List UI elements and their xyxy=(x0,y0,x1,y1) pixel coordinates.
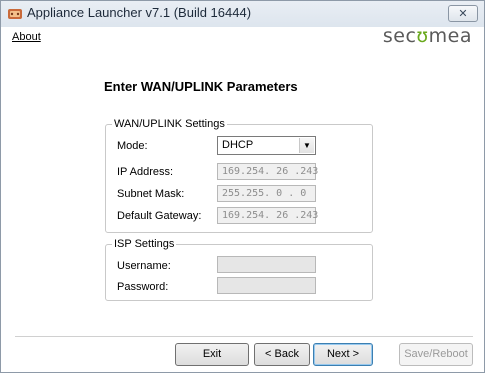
appliance-launcher-window: Appliance Launcher v7.1 (Build 16444) ✕ … xyxy=(0,0,485,373)
wan-settings-legend: WAN/UPLINK Settings xyxy=(114,118,225,130)
ip-address-field[interactable]: 169.254. 26 .243 xyxy=(217,163,318,180)
close-button[interactable]: ✕ xyxy=(448,5,478,22)
default-gateway-field[interactable]: 169.254. 26 .243 xyxy=(217,207,318,224)
footer-separator xyxy=(15,336,473,338)
logo-mid: ʊ xyxy=(416,25,429,47)
isp-settings-legend: ISP Settings xyxy=(114,238,175,250)
appliance-launcher-icon xyxy=(8,9,22,19)
next-button[interactable]: Next > xyxy=(313,343,373,366)
page-heading: Enter WAN/UPLINK Parameters xyxy=(104,79,298,94)
password-field[interactable] xyxy=(217,277,316,294)
about-menu-link[interactable]: About xyxy=(12,31,41,43)
default-gateway-label: Default Gateway: xyxy=(117,210,202,222)
logo-prefix: sec xyxy=(382,25,417,47)
save-reboot-button[interactable]: Save/Reboot xyxy=(399,343,473,366)
mode-select[interactable]: DHCP ▼ xyxy=(217,136,316,155)
mode-label: Mode: xyxy=(117,140,148,152)
secomea-logo: secʊmea xyxy=(383,25,472,47)
password-label: Password: xyxy=(117,281,169,293)
title-bar[interactable]: Appliance Launcher v7.1 (Build 16444) ✕ xyxy=(1,1,484,27)
subnet-mask-field[interactable]: 255.255. 0 . 0 xyxy=(217,185,316,202)
ip-address-label: IP Address: xyxy=(117,166,174,178)
username-label: Username: xyxy=(117,260,171,272)
logo-suffix: mea xyxy=(428,25,472,47)
mode-select-value: DHCP xyxy=(222,139,254,151)
close-icon: ✕ xyxy=(458,7,468,20)
exit-button[interactable]: Exit xyxy=(175,343,249,366)
window-title: Appliance Launcher v7.1 (Build 16444) xyxy=(27,5,252,20)
chevron-down-icon[interactable]: ▼ xyxy=(299,138,314,153)
username-field[interactable] xyxy=(217,256,316,273)
back-button[interactable]: < Back xyxy=(254,343,310,366)
subnet-mask-label: Subnet Mask: xyxy=(117,188,185,200)
